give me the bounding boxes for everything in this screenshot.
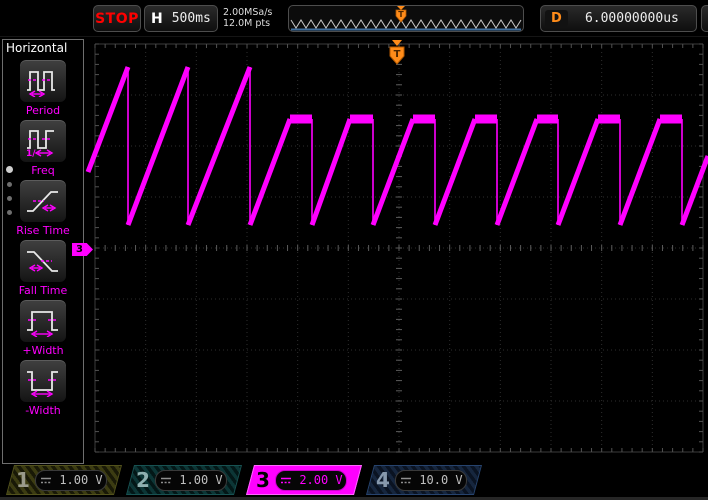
dc-coupling-icon xyxy=(41,477,52,483)
menu-page-indicator xyxy=(5,166,13,215)
freq-icon: 1/ xyxy=(26,130,54,157)
delay-value: 6.00000000us xyxy=(584,11,679,26)
rise-time-button[interactable] xyxy=(19,179,67,223)
dc-coupling-icon xyxy=(281,477,292,483)
channel-1-number: 1 xyxy=(16,468,30,492)
channel-3-scale: 2.00 V xyxy=(275,469,347,491)
channel-3-volts: 2.00 V xyxy=(299,473,343,487)
sidebar-item-period[interactable]: Period xyxy=(3,58,83,117)
channel-1-indicator[interactable]: 1 1.00 V xyxy=(5,465,123,495)
timebase-box[interactable]: H 500ms xyxy=(144,5,218,32)
menu-title: Horizontal xyxy=(6,41,68,55)
channel-2-indicator[interactable]: 2 1.00 V xyxy=(125,465,243,495)
svg-text:T: T xyxy=(398,10,404,19)
run-state-label: STOP xyxy=(95,10,139,27)
trigger-position-marker: T xyxy=(389,40,405,65)
sidebar-item-freq[interactable]: 1/ Freq xyxy=(3,118,83,177)
channel-3-indicator[interactable]: 3 2.00 V xyxy=(245,465,363,495)
page-dot xyxy=(6,196,12,201)
channel-1-volts: 1.00 V xyxy=(59,473,103,487)
sidebar-item-rise-time[interactable]: Rise Time xyxy=(3,178,83,237)
channel-1-scale: 1.00 V xyxy=(35,469,107,491)
preview-waveform-icon: T xyxy=(290,6,522,31)
minus-width-label: -Width xyxy=(25,404,61,417)
plus-width-label: +Width xyxy=(22,344,64,357)
page-dot xyxy=(6,182,12,187)
channel-4-scale: 10.0 V xyxy=(395,469,467,491)
channel-4-number: 4 xyxy=(376,468,390,492)
plus-width-icon xyxy=(27,311,58,337)
memory-waveform-preview[interactable]: T xyxy=(288,5,524,32)
delay-label: D xyxy=(545,10,568,27)
period-icon xyxy=(27,71,55,97)
channel-2-number: 2 xyxy=(136,468,150,492)
fall-time-label: Fall Time xyxy=(18,284,68,297)
minus-width-icon xyxy=(27,371,58,397)
fall-time-icon xyxy=(27,251,58,272)
channel-status-bar: 1 1.00 V 2 1.00 V 3 2.00 V 4 10.0 V xyxy=(0,464,708,497)
waveform-display: T 3 xyxy=(72,38,708,462)
channel-3-number: 3 xyxy=(256,468,270,492)
dc-coupling-icon xyxy=(401,477,412,483)
acquisition-info: 2.00MSa/s 12.0M pts xyxy=(223,7,272,29)
channel-4-indicator[interactable]: 4 10.0 V xyxy=(365,465,483,495)
freq-button[interactable]: 1/ xyxy=(19,119,67,163)
channel-2-scale: 1.00 V xyxy=(155,469,227,491)
trigger-box-partial xyxy=(701,5,708,32)
sample-rate: 2.00MSa/s xyxy=(223,7,273,18)
oscilloscope-screen: STOP H 500ms 2.00MSa/s 12.0M pts T D 6.0… xyxy=(0,0,708,500)
sidebar-item-plus-width[interactable]: +Width xyxy=(3,298,83,357)
horizontal-measure-menu: Horizontal Period 1/ Freq Rise Time Fall… xyxy=(2,39,84,464)
top-status-bar: STOP H 500ms 2.00MSa/s 12.0M pts T D 6.0… xyxy=(0,0,708,37)
page-dot xyxy=(6,210,12,215)
page-dot xyxy=(5,166,13,173)
rise-time-label: Rise Time xyxy=(16,224,70,237)
sidebar-item-fall-time[interactable]: Fall Time xyxy=(3,238,83,297)
fall-time-button[interactable] xyxy=(19,239,67,283)
channel-2-volts: 1.00 V xyxy=(179,473,223,487)
delay-box[interactable]: D 6.00000000us xyxy=(540,5,697,32)
rise-time-icon xyxy=(27,191,58,212)
timebase-value: 500ms xyxy=(171,11,211,26)
svg-text:T: T xyxy=(394,49,401,60)
horizontal-label: H xyxy=(151,10,163,27)
sidebar-item-minus-width[interactable]: -Width xyxy=(3,358,83,417)
preview-trigger-marker: T xyxy=(395,6,407,23)
ch3-waveform-trace: T xyxy=(85,40,708,226)
memory-depth: 12.0M pts xyxy=(223,18,271,29)
plus-width-button[interactable] xyxy=(19,299,67,343)
run-state-badge[interactable]: STOP xyxy=(93,5,141,32)
channel-4-volts: 10.0 V xyxy=(419,473,463,487)
period-label: Period xyxy=(25,104,61,117)
dc-coupling-icon xyxy=(161,477,172,483)
period-button[interactable] xyxy=(19,59,67,103)
minus-width-button[interactable] xyxy=(19,359,67,403)
freq-label: Freq xyxy=(31,164,55,177)
